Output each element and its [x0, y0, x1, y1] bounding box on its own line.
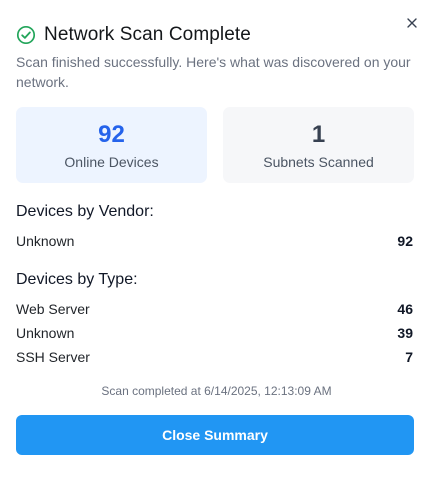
subnets-scanned-label: Subnets Scanned	[263, 153, 374, 170]
dialog-header: Network Scan Complete	[16, 24, 251, 46]
type-row: Web Server 46	[16, 301, 413, 317]
type-row-count: 39	[397, 325, 413, 341]
subnets-scanned-card: 1 Subnets Scanned	[223, 107, 414, 183]
subnets-scanned-value: 1	[311, 120, 326, 148]
type-row-count: 7	[405, 349, 413, 365]
online-devices-label: Online Devices	[64, 153, 159, 170]
vendor-row-count: 92	[397, 233, 413, 249]
stats-row: 92 Online Devices 1 Subnets Scanned	[16, 107, 414, 183]
scan-summary-dialog: Network Scan Complete Scan finished succ…	[0, 0, 433, 478]
check-circle-icon	[16, 25, 36, 45]
dialog-subtitle: Scan finished successfully. Here's what …	[16, 54, 411, 90]
vendor-row-label: Unknown	[16, 233, 75, 249]
vendor-section-title: Devices by Vendor:	[16, 203, 154, 220]
dialog-title: Network Scan Complete	[44, 24, 251, 45]
close-summary-button[interactable]: Close Summary	[16, 415, 414, 455]
scan-completed-timestamp: Scan completed at 6/14/2025, 12:13:09 AM	[101, 384, 332, 398]
type-row-count: 46	[397, 301, 413, 317]
type-row-label: Unknown	[16, 325, 75, 341]
type-section-title: Devices by Type:	[16, 271, 138, 288]
online-devices-card: 92 Online Devices	[16, 107, 207, 183]
type-row-label: Web Server	[16, 301, 90, 317]
close-icon	[407, 18, 417, 28]
type-row-label: SSH Server	[16, 349, 90, 365]
type-row: Unknown 39	[16, 325, 413, 341]
vendor-row: Unknown 92	[16, 233, 413, 249]
type-row: SSH Server 7	[16, 349, 413, 365]
close-button[interactable]	[404, 15, 420, 31]
online-devices-value: 92	[98, 120, 125, 148]
